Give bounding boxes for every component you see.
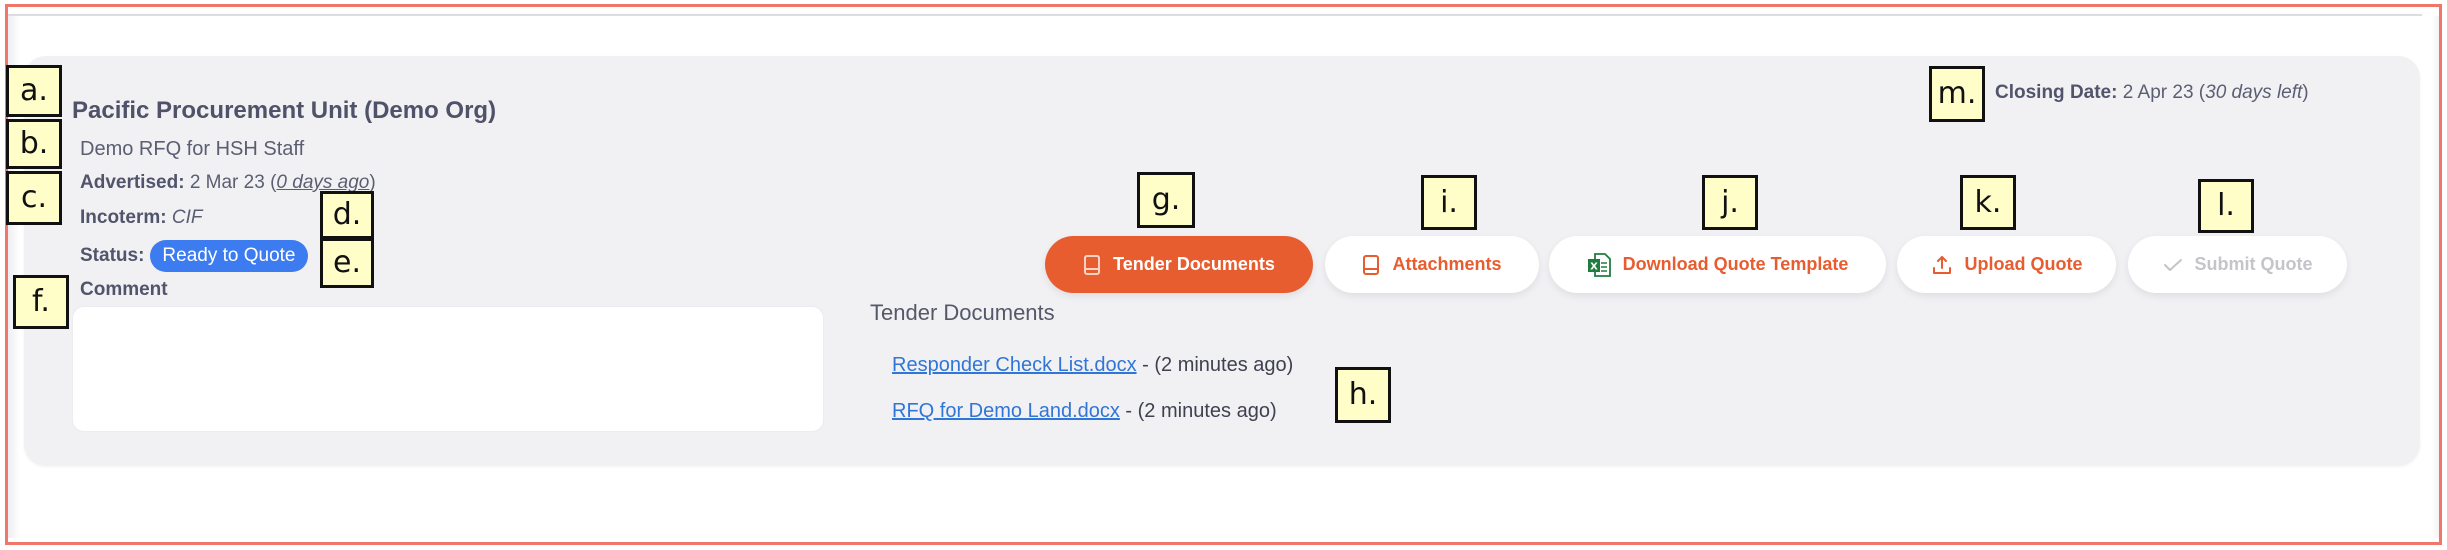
tender-documents-button[interactable]: Tender Documents	[1045, 236, 1313, 293]
document-age: - (2 minutes ago)	[1136, 354, 1294, 376]
advertised-label: Advertised:	[80, 172, 185, 193]
annotation-marker-m: m.	[1929, 66, 1985, 122]
closing-date-relative: 30 days left	[2205, 82, 2303, 103]
annotation-marker-k: k.	[1960, 175, 2016, 230]
annotation-marker-e: e.	[320, 238, 374, 288]
annotation-marker-h: h.	[1335, 367, 1391, 423]
submit-quote-button[interactable]: Submit Quote	[2128, 236, 2347, 293]
advertised-relative: 0 days ago	[276, 172, 370, 193]
annotation-marker-f: f.	[13, 275, 69, 329]
annotation-marker-c: c.	[6, 171, 62, 225]
annotation-marker-j: j.	[1702, 175, 1758, 230]
document-list-item: Responder Check List.docx - (2 minutes a…	[892, 354, 1293, 377]
document-link[interactable]: RFQ for Demo Land.docx	[892, 400, 1120, 422]
top-divider	[8, 14, 2422, 16]
submit-quote-label: Submit Quote	[2194, 254, 2313, 274]
attachments-button[interactable]: Attachments	[1325, 236, 1539, 293]
incoterm-line: Incoterm: CIF	[80, 207, 202, 229]
document-link[interactable]: Responder Check List.docx	[892, 354, 1137, 376]
book-icon	[1083, 254, 1101, 276]
document-list-item: RFQ for Demo Land.docx - (2 minutes ago)	[892, 400, 1277, 423]
annotation-marker-d: d.	[320, 191, 374, 239]
closing-date-value: 2 Apr 23	[2122, 82, 2194, 103]
incoterm-label: Incoterm:	[80, 207, 167, 228]
download-quote-template-label: Download Quote Template	[1622, 254, 1849, 274]
rfq-title: Demo RFQ for HSH Staff	[80, 138, 305, 160]
organization-title: Pacific Procurement Unit (Demo Org)	[72, 97, 497, 124]
status-label: Status:	[80, 245, 145, 266]
closing-date-label: Closing Date:	[1995, 82, 2118, 103]
excel-file-icon: X	[1587, 252, 1611, 278]
right-edge-shadow	[2431, 16, 2439, 538]
download-quote-template-button[interactable]: X Download Quote Template	[1549, 236, 1886, 293]
upload-icon	[1931, 254, 1953, 276]
status-badge: Ready to Quote	[150, 240, 308, 272]
upload-quote-label: Upload Quote	[1964, 254, 2083, 274]
check-icon	[2163, 257, 2183, 273]
upload-quote-button[interactable]: Upload Quote	[1897, 236, 2116, 293]
incoterm-value: CIF	[171, 207, 203, 228]
comment-input[interactable]	[72, 306, 824, 432]
annotation-marker-a: a.	[6, 65, 62, 117]
attachments-label: Attachments	[1392, 254, 1502, 274]
tender-documents-heading: Tender Documents	[870, 300, 1055, 325]
annotation-marker-i: i.	[1421, 175, 1477, 230]
advertised-date: 2 Mar 23	[189, 172, 265, 193]
book-icon	[1362, 254, 1380, 276]
svg-text:X: X	[1590, 261, 1598, 272]
document-age: - (2 minutes ago)	[1119, 400, 1277, 422]
status-line: Status: Ready to Quote	[80, 240, 308, 272]
closing-date-line: Closing Date: 2 Apr 23 (30 days left)	[1995, 82, 2309, 103]
annotation-marker-b: b.	[6, 119, 62, 169]
comment-label: Comment	[80, 279, 168, 300]
annotation-marker-g: g.	[1137, 172, 1195, 228]
annotation-marker-l: l.	[2198, 179, 2254, 233]
tender-documents-label: Tender Documents	[1113, 254, 1275, 274]
